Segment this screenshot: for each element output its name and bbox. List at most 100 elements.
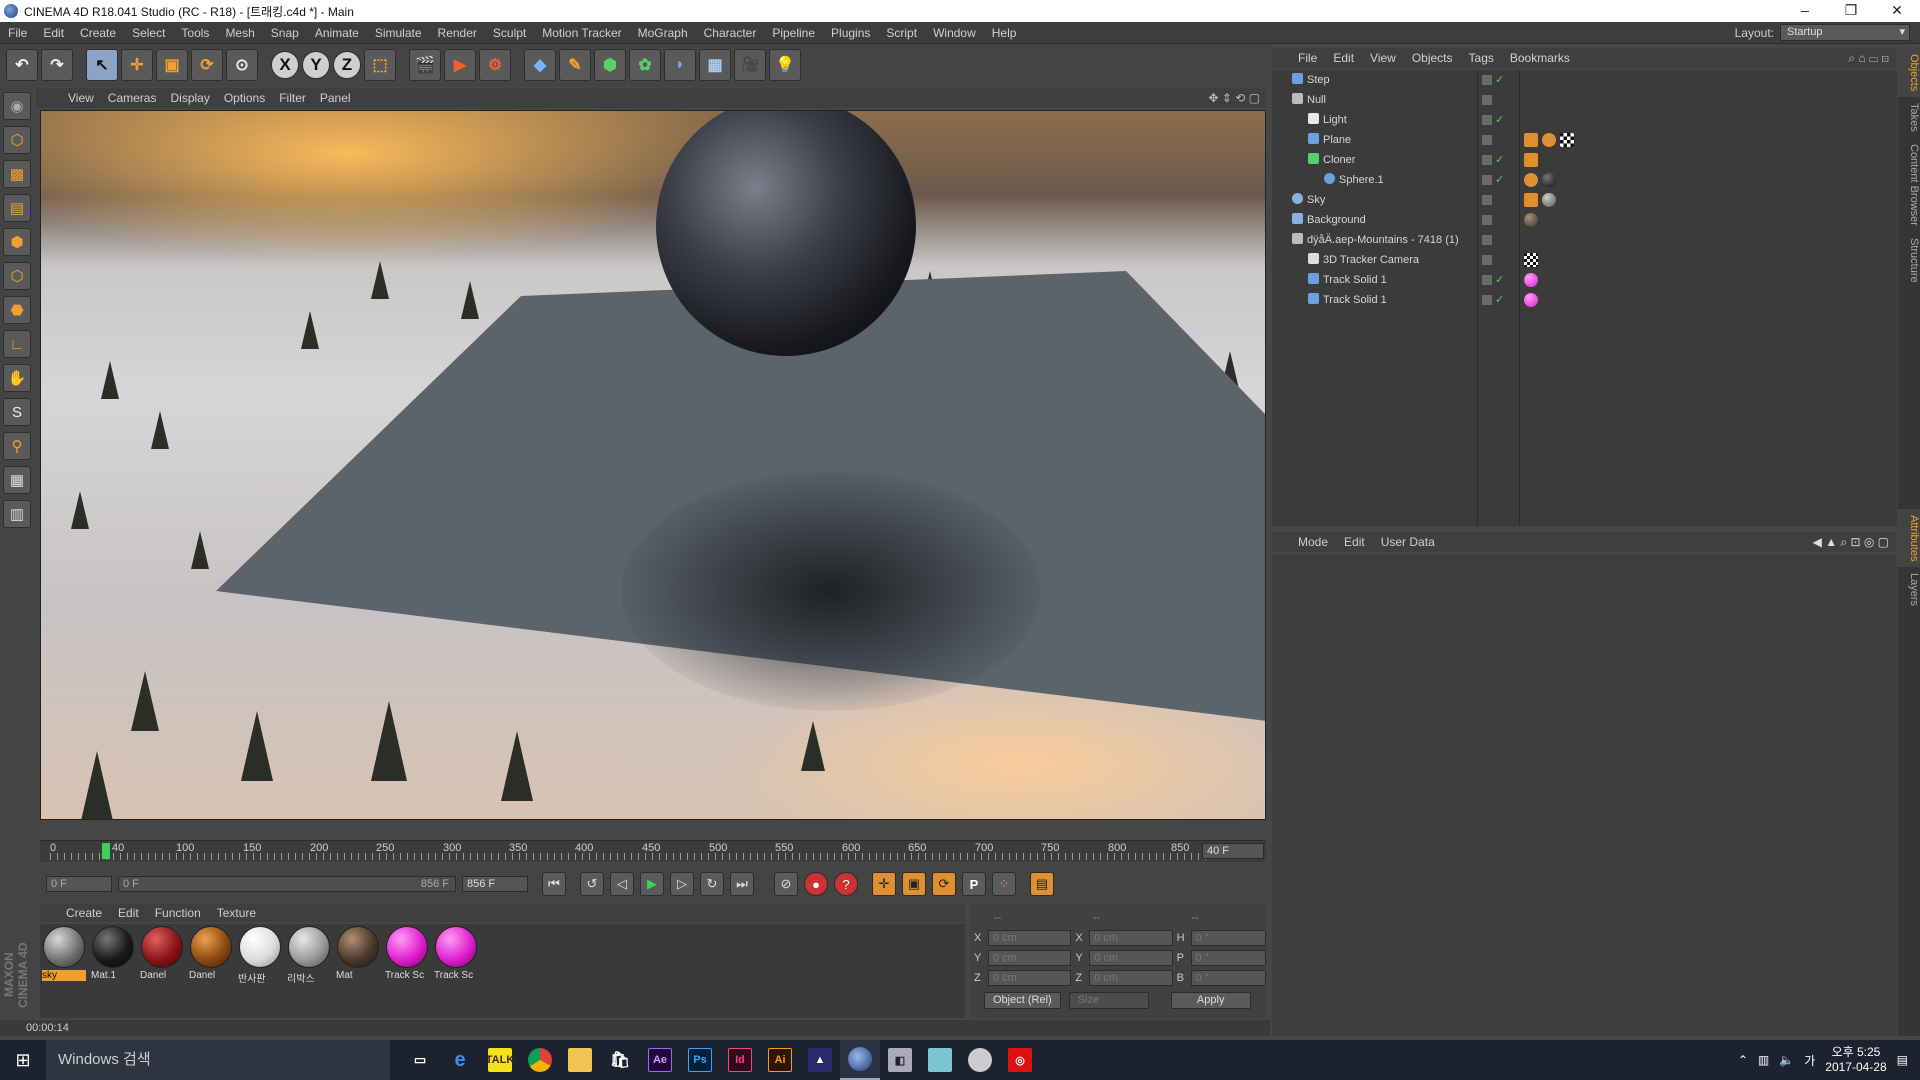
photoshop-icon[interactable]: Ps	[680, 1040, 720, 1080]
taskbar-search[interactable]: Windows 검색	[46, 1040, 390, 1080]
tab-content-browser[interactable]: Content Browser	[1898, 138, 1920, 232]
om-menu-file[interactable]: File	[1298, 51, 1317, 65]
render-settings-icon[interactable]: ⚙	[479, 49, 511, 81]
compositing-tag-icon[interactable]	[1524, 193, 1538, 207]
preview-range-slider[interactable]: 0 F 856 F	[118, 876, 456, 892]
material-swatch[interactable]: Track Sc	[385, 926, 429, 986]
menu-mograph[interactable]: MoGraph	[630, 22, 696, 44]
material-swatch[interactable]: Danel	[140, 926, 184, 986]
material-tag-icon[interactable]	[1524, 273, 1538, 287]
clock[interactable]: 오후 5:25 2017-04-28	[1825, 1045, 1886, 1075]
apply-button[interactable]: Apply	[1170, 992, 1251, 1009]
current-frame-field[interactable]: 0 F	[46, 876, 112, 892]
viewport-menu-display[interactable]: Display	[170, 91, 209, 105]
x-axis-lock-icon[interactable]: X	[271, 51, 299, 79]
volume-icon[interactable]: 🔈	[1779, 1053, 1794, 1067]
illustrator-icon[interactable]: Ai	[760, 1040, 800, 1080]
move-tool-icon[interactable]: ✛	[121, 49, 153, 81]
record-active-objects-icon[interactable]: ●	[804, 872, 828, 896]
menu-create[interactable]: Create	[72, 22, 124, 44]
om-menu-edit[interactable]: Edit	[1333, 51, 1354, 65]
material-swatch[interactable]: sky	[42, 926, 86, 986]
coord-pos-x-field[interactable]: 0 cm	[987, 930, 1072, 946]
coord-rot-b-field[interactable]: 0 °	[1190, 970, 1266, 986]
app-taskbar-icon[interactable]	[920, 1040, 960, 1080]
action-center-icon[interactable]: ▤	[1897, 1053, 1908, 1067]
object-row[interactable]: Sky	[1272, 190, 1897, 210]
tab-layers[interactable]: Layers	[1898, 567, 1920, 612]
go-to-start-icon[interactable]: ⏮	[542, 872, 566, 896]
record-point-level-icon[interactable]: ⁘	[992, 872, 1016, 896]
live-selection-icon[interactable]: ↖	[86, 49, 118, 81]
max-frame-field[interactable]: 856 F	[462, 876, 528, 892]
floor-environment-icon[interactable]: ▦	[699, 49, 731, 81]
camera-icon[interactable]: 🎥	[734, 49, 766, 81]
indesign-icon[interactable]: Id	[720, 1040, 760, 1080]
menu-edit[interactable]: Edit	[35, 22, 72, 44]
magnet-icon[interactable]: ⚲	[3, 432, 31, 460]
record-parameter-icon[interactable]: P	[962, 872, 986, 896]
go-to-end-icon[interactable]: ⏭	[730, 872, 754, 896]
viewport-menu-panel[interactable]: Panel	[320, 91, 351, 105]
plane-object[interactable]	[41, 111, 1266, 820]
mat-menu-edit[interactable]: Edit	[118, 906, 139, 920]
om-menu-view[interactable]: View	[1370, 51, 1396, 65]
windows-start-icon[interactable]: ⊞	[0, 1040, 46, 1080]
points-mode-icon[interactable]: ⬢	[3, 228, 31, 256]
mat-menu-create[interactable]: Create	[66, 906, 102, 920]
redo-icon[interactable]: ↷	[41, 49, 73, 81]
subdivision-generator-icon[interactable]: ⬢	[594, 49, 626, 81]
tracker-tag-icon[interactable]	[1524, 253, 1538, 267]
menu-pipeline[interactable]: Pipeline	[764, 22, 823, 44]
polygons-mode-icon[interactable]: ⬣	[3, 296, 31, 324]
ime-indicator[interactable]: 가	[1804, 1052, 1815, 1069]
viewport-nav-icons[interactable]: ✥ ⇕ ⟲ ▢	[1208, 91, 1260, 105]
store-icon[interactable]: 🛍	[600, 1040, 640, 1080]
attr-menu-mode[interactable]: Mode	[1298, 535, 1328, 549]
phong-tag-icon[interactable]	[1524, 173, 1538, 187]
coord-rot-h-field[interactable]: 0 °	[1190, 930, 1266, 946]
texture-tag-icon[interactable]	[1560, 133, 1574, 147]
network-icon[interactable]: ▥	[1758, 1053, 1769, 1067]
material-swatch[interactable]: 반사판	[238, 926, 282, 986]
menu-tools[interactable]: Tools	[173, 22, 217, 44]
coord-mode-dropdown[interactable]: Object (Rel)	[984, 992, 1061, 1009]
menu-script[interactable]: Script	[878, 22, 925, 44]
menu-sculpt[interactable]: Sculpt	[485, 22, 534, 44]
object-row[interactable]: Track Solid 1 ✓	[1272, 270, 1897, 290]
material-tag-icon[interactable]	[1524, 213, 1538, 227]
coord-size-dropdown[interactable]: Size	[1068, 992, 1149, 1009]
coord-size-z-field[interactable]: 0 cm	[1089, 970, 1173, 986]
model-mode-icon[interactable]: ⬡	[3, 126, 31, 154]
object-row[interactable]: Background	[1272, 210, 1897, 230]
kakaotalk-icon[interactable]: TALK	[480, 1040, 520, 1080]
menu-help[interactable]: Help	[984, 22, 1025, 44]
enable-axis-icon[interactable]: ∟	[3, 330, 31, 358]
app-taskbar-icon[interactable]: ◧	[880, 1040, 920, 1080]
coord-pos-z-field[interactable]: 0 cm	[987, 970, 1072, 986]
material-tag-icon[interactable]	[1542, 173, 1556, 187]
material-swatch[interactable]: Mat	[336, 926, 380, 986]
recent-tool-icon[interactable]: ⊙	[226, 49, 258, 81]
menu-snap[interactable]: Snap	[263, 22, 307, 44]
workplane-lock-icon[interactable]: ▦	[3, 466, 31, 494]
edges-mode-icon[interactable]: ⬡	[3, 262, 31, 290]
after-effects-icon[interactable]: Ae	[640, 1040, 680, 1080]
record-position-icon[interactable]: ✛	[872, 872, 896, 896]
timeline-window-icon[interactable]: ▤	[1030, 872, 1054, 896]
object-row[interactable]: Plane	[1272, 130, 1897, 150]
3d-viewport[interactable]	[40, 110, 1266, 820]
show-hidden-icons-icon[interactable]: ⌃	[1738, 1053, 1748, 1067]
maximize-icon[interactable]: ❐	[1828, 0, 1874, 22]
record-scale-icon[interactable]: ▣	[902, 872, 926, 896]
cinema4d-taskbar-icon[interactable]	[840, 1040, 880, 1080]
y-axis-lock-icon[interactable]: Y	[302, 51, 330, 79]
object-row[interactable]: dÿåÄ.aep-Mountains - 7418 (1)	[1272, 230, 1897, 250]
viewport-menu-view[interactable]: View	[68, 91, 94, 105]
task-view-icon[interactable]: ▭	[400, 1040, 440, 1080]
menu-character[interactable]: Character	[696, 22, 765, 44]
coord-pos-y-field[interactable]: 0 cm	[987, 950, 1072, 966]
material-tag-icon[interactable]	[1524, 293, 1538, 307]
menu-animate[interactable]: Animate	[307, 22, 367, 44]
tweak-mode-icon[interactable]: ✋	[3, 364, 31, 392]
